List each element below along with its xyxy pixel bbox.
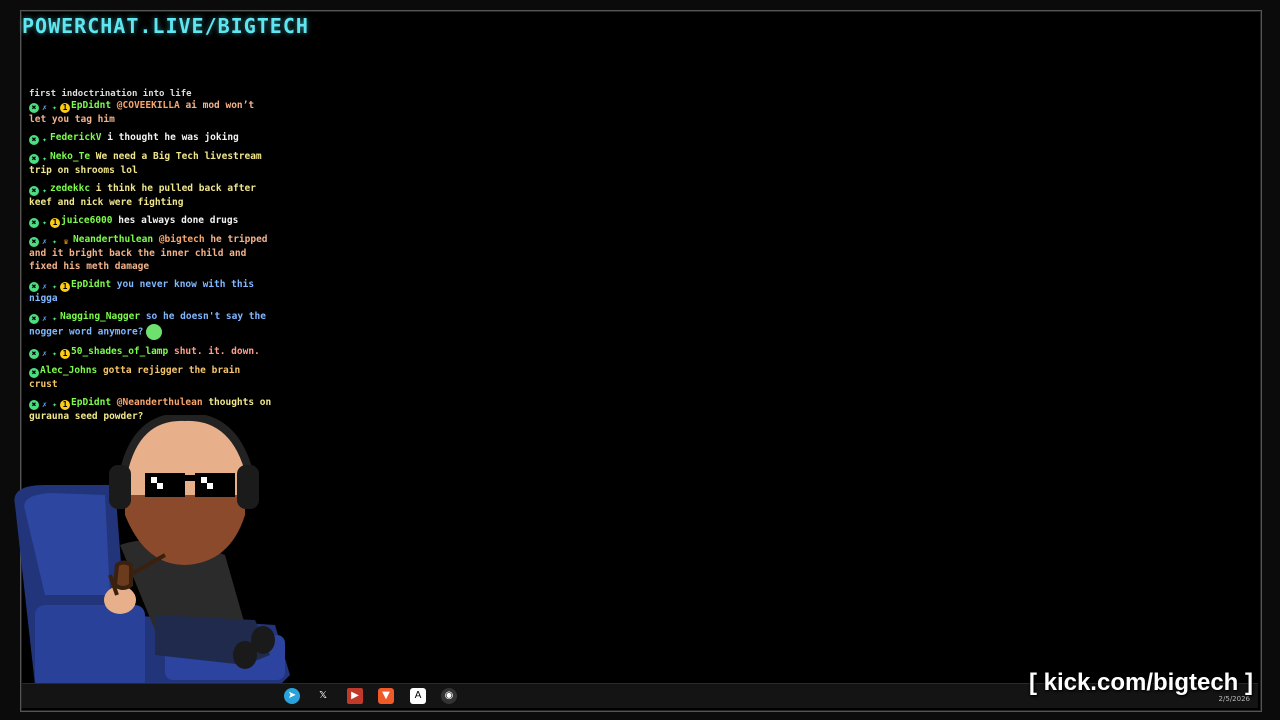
chat-username[interactable]: Nagging_Nagger: [60, 311, 140, 322]
chat-username[interactable]: Neko_Te: [50, 151, 90, 162]
sub-badge-icon: 1: [50, 218, 60, 228]
chat-text: i thought he was joking: [107, 132, 239, 143]
chat-message: ✖ ✗ ✦ 1 50_shades_of_lamp shut. it. down.: [29, 345, 274, 359]
mod-badge-icon: ✖: [29, 349, 39, 359]
mod-badge-icon: ✖: [29, 237, 39, 247]
chat-username[interactable]: Alec_Johns: [40, 365, 97, 376]
mod-badge-icon: ✖: [29, 154, 39, 164]
gem-badge-icon: ✦: [52, 314, 57, 323]
user-badges: ✖ ✗ ✦ 1: [29, 282, 70, 292]
chat-username[interactable]: EpDidnt: [71, 279, 111, 290]
sub-badge-icon: 1: [60, 103, 70, 113]
mod-badge-icon: ✖: [29, 400, 39, 410]
chat-username[interactable]: juice6000: [61, 215, 112, 226]
gem-badge-icon: ✦: [52, 282, 57, 291]
sword-badge-icon: ✗: [42, 282, 47, 291]
user-badges: ✖ ✗ ✦ 1: [29, 103, 70, 113]
crown-badge-icon: ♛: [63, 237, 69, 246]
chat-username[interactable]: FederickV: [50, 132, 101, 143]
user-badges: ✖ ✗ ✦: [29, 314, 59, 324]
gem-badge-icon: ✦: [52, 349, 57, 358]
chat-message: ✖ ✗ ✦ 1 EpDidnt you never know with this nig…: [29, 278, 274, 305]
chat-mention: @COVEEKILLA: [116, 100, 180, 111]
chat-message: ✖ ✦ zedekkc i think he pulled back after k…: [29, 182, 274, 209]
mod-badge-icon: ✖: [29, 368, 39, 378]
chat-list: ✖ ✗ ✦ 1 EpDidnt @COVEEKILLA ai mod won’t let…: [29, 99, 274, 423]
telegram-icon[interactable]: ➤: [284, 688, 300, 704]
chat-username[interactable]: EpDidnt: [71, 100, 111, 111]
chat-message: ✖ Alec_Johns gotta rejigger the brain cru…: [29, 364, 274, 391]
gem-badge-icon: ✦: [52, 237, 57, 246]
brave-icon[interactable]: ▼: [378, 688, 394, 704]
chat-message: ✖ ✗ ✦ ♛ Neanderthulean @bigtech he tripped a…: [29, 233, 274, 273]
chat-message: ✖ ✦ FederickV i thought he was joking: [29, 131, 274, 145]
user-badges: ✖ ✗ ✦ 1: [29, 400, 70, 410]
user-badges: ✖ ✦ 1: [29, 218, 60, 228]
chat-username[interactable]: zedekkc: [50, 183, 90, 194]
mod-badge-icon: ✖: [29, 314, 39, 324]
user-badges: ✖ ✦: [29, 154, 49, 164]
ai-app-icon[interactable]: A: [410, 688, 426, 704]
user-badges: ✖ ✗ ✦ 1: [29, 349, 70, 359]
chat-message: ✖ ✦ Neko_Te We need a Big Tech livestream …: [29, 150, 274, 177]
sword-badge-icon: ✗: [42, 237, 47, 246]
sub-badge-icon: 1: [60, 349, 70, 359]
chat-cut-line: first indoctrination into life: [29, 89, 192, 99]
sub-badge-icon: 1: [60, 282, 70, 292]
user-badges: ✖ ✦: [29, 186, 49, 196]
brand-title: POWERCHAT.LIVE/BIGTECH: [22, 14, 309, 38]
gem-badge-icon: ✦: [42, 186, 47, 195]
chat-mention: @bigtech: [158, 234, 205, 245]
mod-badge-icon: ✖: [29, 282, 39, 292]
sword-badge-icon: ✗: [42, 349, 47, 358]
mod-badge-icon: ✖: [29, 135, 39, 145]
kick-url-overlay: [ kick.com/bigtech ]: [1028, 669, 1253, 696]
chat-message: ✖ ✗ ✦ 1 EpDidnt @COVEEKILLA ai mod won’t let…: [29, 99, 274, 126]
chat-username[interactable]: EpDidnt: [71, 397, 111, 408]
chat-mention: @Neanderthulean: [116, 397, 203, 408]
chat-message: ✖ ✗ ✦ Nagging_Nagger so he doesn't say the …: [29, 310, 274, 340]
sub-badge-icon: 1: [60, 400, 70, 410]
chat-panel: first indoctrination into life ✖ ✗ ✦ 1 EpDid…: [29, 88, 274, 428]
user-badges: ✖ ✗ ✦ ♛: [29, 237, 72, 247]
hand: [104, 586, 136, 614]
mod-badge-icon: ✖: [29, 218, 39, 228]
chat-username[interactable]: 50_shades_of_lamp: [71, 346, 168, 357]
chat-text: hes always done drugs: [118, 215, 239, 226]
chat-message: ✖ ✦ 1 juice6000 hes always done drugs: [29, 214, 274, 228]
sword-badge-icon: ✗: [42, 400, 47, 409]
user-badges: ✖ ✦: [29, 135, 49, 145]
gem-badge-icon: ✦: [52, 103, 57, 112]
sword-badge-icon: ✗: [42, 314, 47, 323]
mod-badge-icon: ✖: [29, 186, 39, 196]
chat-text: shut. it. down.: [173, 346, 260, 357]
sword-badge-icon: ✗: [42, 103, 47, 112]
obs-icon[interactable]: ◉: [441, 688, 457, 704]
mod-badge-icon: ✖: [29, 103, 39, 113]
video-editor-icon[interactable]: ▶: [347, 688, 363, 704]
streamer-avatar: [14, 415, 290, 705]
gem-badge-icon: ✦: [42, 154, 47, 163]
user-badges: ✖: [29, 368, 39, 378]
x-icon[interactable]: 𝕏: [315, 688, 331, 704]
chat-username[interactable]: Neanderthulean: [73, 234, 153, 245]
emote-icon: [146, 324, 163, 340]
gem-badge-icon: ✦: [52, 400, 57, 409]
gem-badge-icon: ✦: [42, 218, 47, 227]
gem-badge-icon: ✦: [42, 135, 47, 144]
